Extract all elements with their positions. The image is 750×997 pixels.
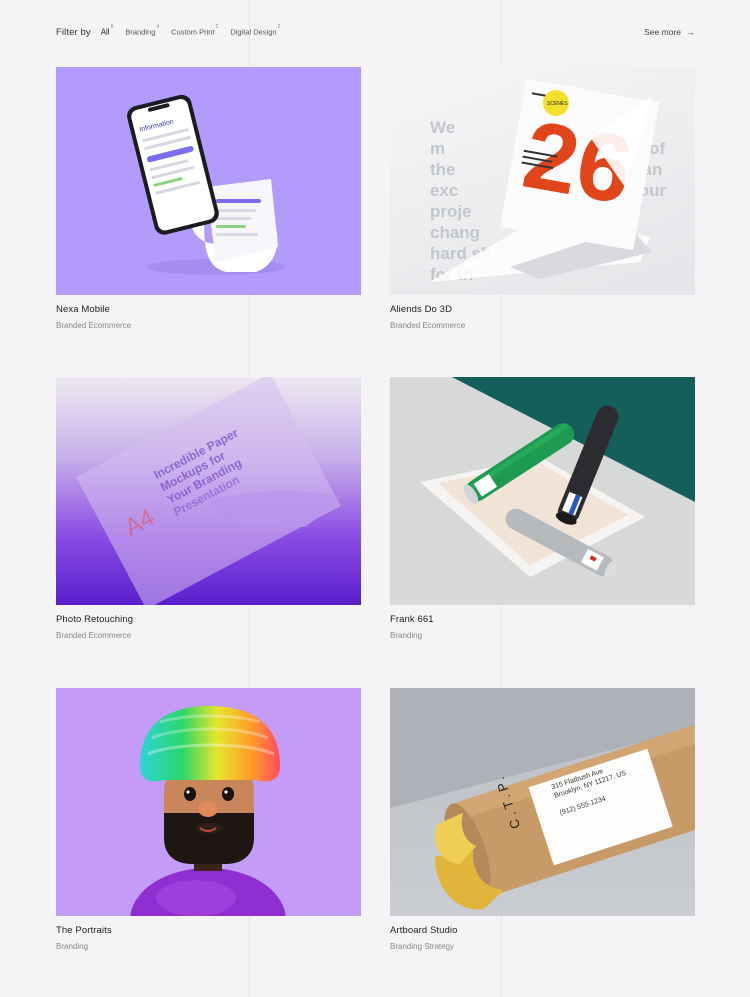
project-thumbnail[interactable]: Information bbox=[56, 67, 361, 295]
project-thumbnail[interactable]: C.T.P. 315 Flatbush Ave Brooklyn, NY 112… bbox=[390, 688, 695, 916]
project-category: Branded Ecommerce bbox=[390, 321, 466, 330]
project-card[interactable]: We m the exc proje chang hard sh for th … bbox=[390, 67, 695, 330]
project-card[interactable]: C.T.P. 315 Flatbush Ave Brooklyn, NY 112… bbox=[390, 688, 695, 951]
project-title[interactable]: Aliends Do 3D bbox=[390, 304, 695, 315]
filter-digital-design[interactable]: Digital Design2 bbox=[230, 24, 281, 37]
filter-custom-print-label: Custom Print bbox=[171, 27, 215, 37]
project-category: Branding bbox=[390, 631, 423, 640]
project-thumbnail[interactable]: A4 Incredible Paper Mockups for Your Bra… bbox=[56, 377, 361, 605]
project-title[interactable]: Frank 661 bbox=[390, 614, 695, 625]
badge-label: SCENES bbox=[547, 101, 568, 107]
arrow-right-icon: → bbox=[686, 27, 695, 37]
project-thumbnail[interactable] bbox=[390, 377, 695, 605]
filter-digital-design-label: Digital Design bbox=[230, 27, 277, 37]
project-card[interactable]: A4 Incredible Paper Mockups for Your Bra… bbox=[56, 377, 361, 640]
see-more-link[interactable]: See more → bbox=[644, 27, 695, 37]
project-title[interactable]: The Portraits bbox=[56, 925, 361, 936]
project-category: Branded Ecommerce bbox=[56, 631, 132, 640]
filter-bar: Filter by All6 Branding4 Custom Print2 D… bbox=[56, 24, 695, 40]
project-title[interactable]: Nexa Mobile bbox=[56, 304, 361, 315]
project-category: Branding bbox=[56, 942, 89, 951]
project-category: Branding Strategy bbox=[390, 942, 455, 951]
filter-all[interactable]: All6 bbox=[100, 24, 114, 37]
filter-label: Filter by bbox=[56, 26, 91, 38]
filter-count: 2 bbox=[215, 24, 219, 31]
project-card[interactable]: The Portraits Branding bbox=[56, 688, 361, 951]
filter-count: 4 bbox=[156, 24, 160, 31]
see-more-label: See more bbox=[644, 27, 681, 37]
filter-custom-print[interactable]: Custom Print2 bbox=[171, 24, 219, 37]
filter-count: 2 bbox=[277, 24, 281, 31]
project-card[interactable]: Frank 661 Branding bbox=[390, 377, 695, 640]
filter-all-label: All bbox=[100, 27, 110, 37]
project-thumbnail[interactable]: We m the exc proje chang hard sh for th … bbox=[390, 67, 695, 295]
filter-branding-label: Branding bbox=[125, 27, 156, 37]
project-category: Branded Ecommerce bbox=[56, 321, 132, 330]
project-title[interactable]: Artboard Studio bbox=[390, 925, 695, 936]
project-title[interactable]: Photo Retouching bbox=[56, 614, 361, 625]
filter-count: 6 bbox=[110, 24, 114, 31]
label-address: 315 Flatbush Ave Brooklyn, NY 11217, US … bbox=[550, 760, 633, 817]
filter-branding[interactable]: Branding4 bbox=[125, 24, 160, 37]
project-card[interactable]: Information Nexa Mobile Branded Ecommerc… bbox=[56, 67, 361, 330]
project-thumbnail[interactable] bbox=[56, 688, 361, 916]
